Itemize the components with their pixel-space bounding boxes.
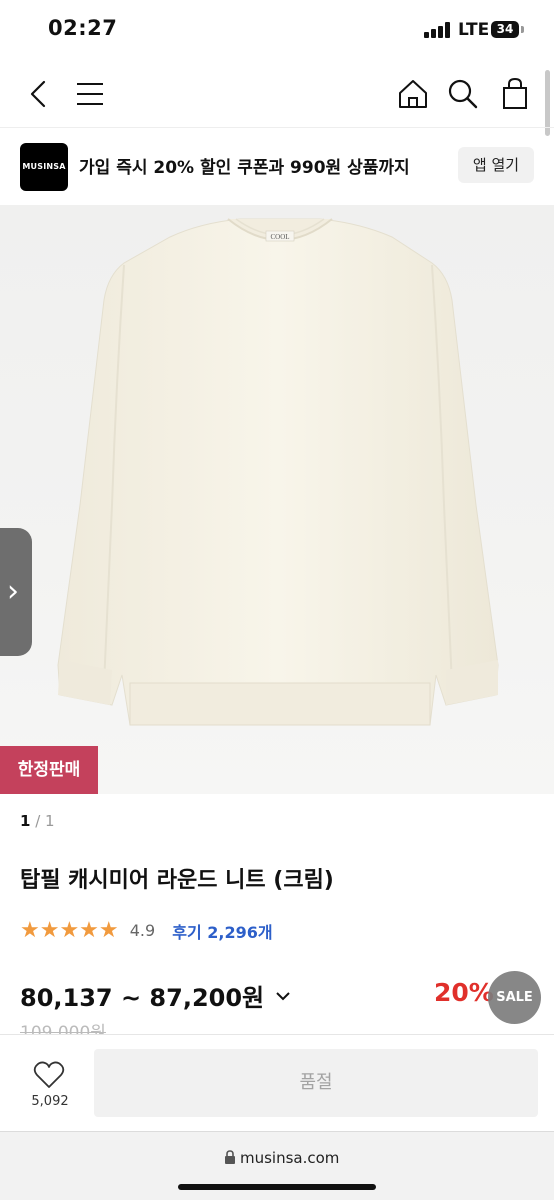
product-image-carousel[interactable]: COOL › 한정판매 xyxy=(0,205,554,794)
heart-icon[interactable] xyxy=(33,1060,65,1090)
sale-floating-button[interactable]: SALE xyxy=(488,971,541,1024)
image-counter-current: 1 xyxy=(20,812,31,830)
search-icon[interactable] xyxy=(443,74,483,114)
battery-icon: 34 xyxy=(491,21,519,38)
soldout-button[interactable]: 품절 xyxy=(94,1049,538,1117)
browser-url-bar[interactable]: musinsa.com xyxy=(0,1131,554,1200)
nav-bar xyxy=(0,62,554,126)
signal-icon xyxy=(424,22,454,38)
musinsa-logo: MUSINSA xyxy=(20,143,68,191)
menu-icon[interactable] xyxy=(70,74,110,114)
sweater-image: COOL xyxy=(57,218,499,726)
product-page: 02:27 LTE 34 MUSINSA 가입 즉시 20% 할인 쿠폰과 99… xyxy=(0,0,554,1200)
url-text: musinsa.com xyxy=(240,1149,340,1167)
cart-icon[interactable] xyxy=(495,74,535,114)
limited-sale-badge: 한정판매 xyxy=(0,746,98,794)
price-range: 80,137 ~ 87,200원 xyxy=(20,984,265,1012)
open-app-button[interactable]: 앱 열기 xyxy=(458,147,534,183)
original-price: 109,000원 xyxy=(20,1023,106,1034)
next-image-button[interactable]: › xyxy=(0,528,32,656)
back-icon[interactable] xyxy=(18,74,58,114)
app-banner: MUSINSA 가입 즉시 20% 할인 쿠폰과 990원 상품까지 앱 열기 xyxy=(0,127,554,206)
bottom-action-bar: 5,092 품절 xyxy=(0,1034,554,1131)
image-counter-total: / 1 xyxy=(35,812,55,830)
like-count: 5,092 xyxy=(31,1094,69,1109)
battery-tip xyxy=(521,26,524,33)
rating-value: 4.9 xyxy=(129,921,156,940)
banner-message: 가입 즉시 20% 할인 쿠폰과 990원 상품까지 xyxy=(79,158,410,178)
image-counter: 1 / 1 xyxy=(20,812,55,830)
status-bar: 02:27 LTE 34 xyxy=(0,0,554,62)
rating-row: ★★★★★ 4.9 후기 2,296개 xyxy=(20,918,273,944)
lock-icon xyxy=(225,1150,235,1164)
review-count-link[interactable]: 후기 2,296개 xyxy=(172,919,272,943)
product-title: 탑필 캐시미어 라운드 니트 (크림) xyxy=(20,868,334,893)
discount-rate: 20% xyxy=(434,978,494,1007)
home-indicator[interactable] xyxy=(178,1184,376,1190)
status-time: 02:27 xyxy=(48,16,118,40)
rating-stars: ★★★★★ xyxy=(20,918,119,943)
chevron-down-icon[interactable] xyxy=(275,990,291,1002)
price-row[interactable]: 80,137 ~ 87,200원 xyxy=(20,978,291,1013)
garment-label: COOL xyxy=(270,233,289,241)
network-label: LTE xyxy=(458,20,490,40)
home-icon[interactable] xyxy=(393,74,433,114)
